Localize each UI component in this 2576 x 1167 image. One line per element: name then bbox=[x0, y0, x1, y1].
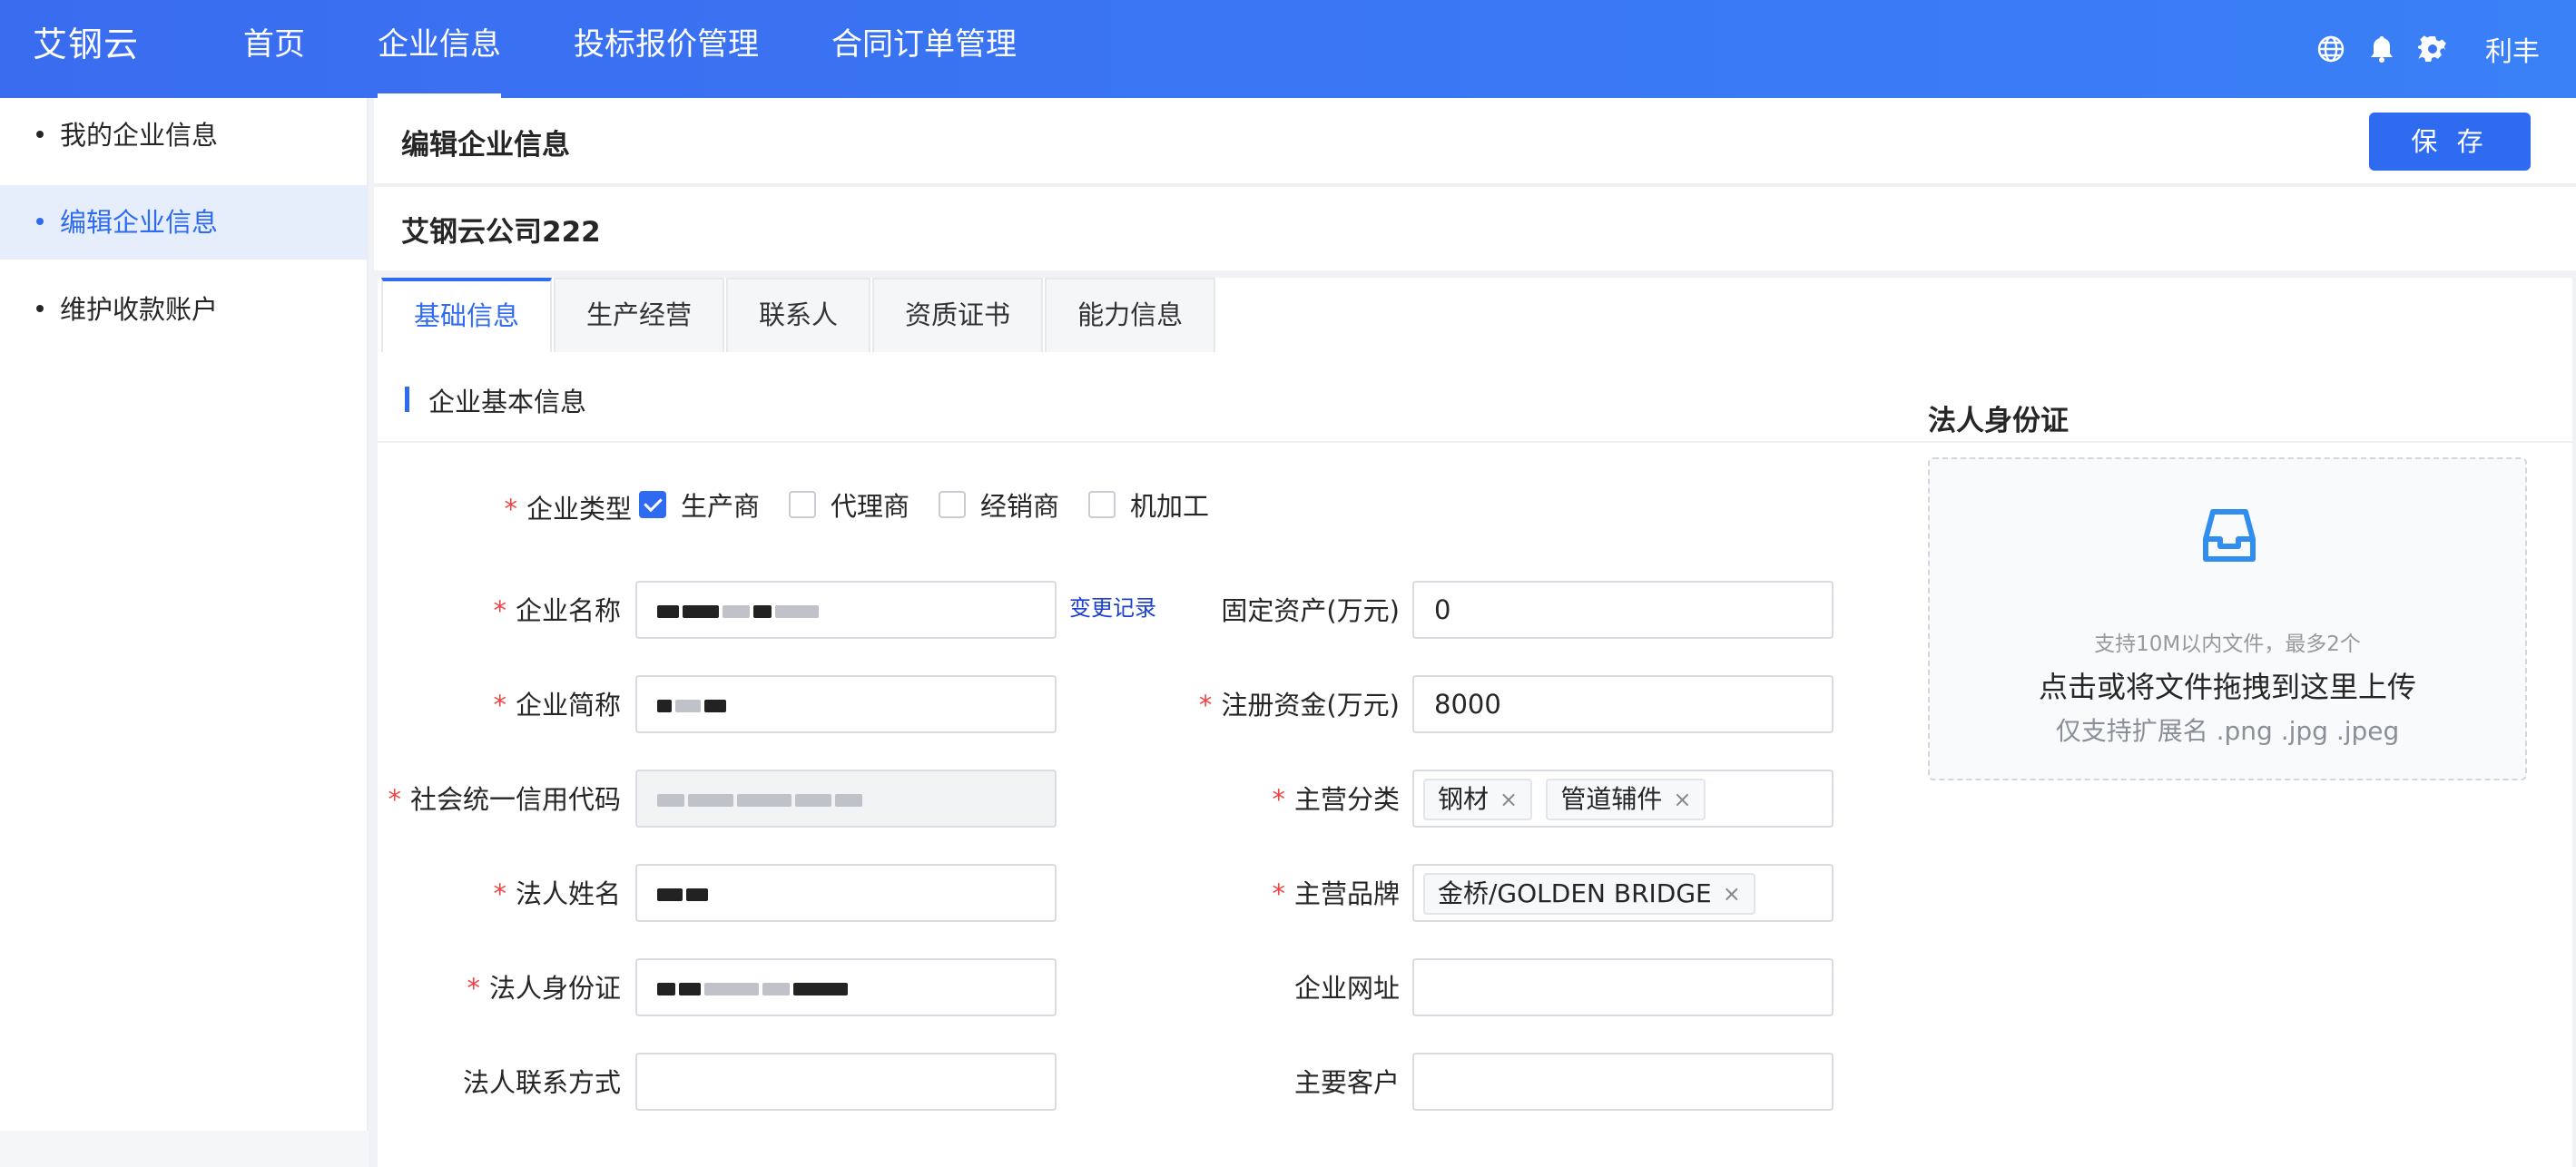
main-nav: 首页 企业信息 投标报价管理 合同订单管理 bbox=[243, 0, 1089, 98]
company-name-title: 艾钢云公司222 bbox=[401, 216, 601, 249]
bell-icon[interactable] bbox=[2365, 33, 2398, 65]
main-category-select[interactable]: 钢材 × 管道辅件 × bbox=[1412, 770, 1834, 828]
checkbox-label: 生产商 bbox=[681, 491, 761, 522]
close-icon[interactable]: × bbox=[1499, 780, 1518, 819]
nav-bid-quote[interactable]: 投标报价管理 bbox=[574, 0, 759, 98]
page-title: 编辑企业信息 bbox=[401, 129, 570, 162]
short-name-input[interactable] bbox=[635, 675, 1057, 733]
page-header: 编辑企业信息 保 存 bbox=[374, 98, 2576, 185]
checkbox-checked-icon[interactable] bbox=[639, 491, 666, 518]
checkbox-icon[interactable] bbox=[789, 491, 817, 518]
checkbox-distributor[interactable]: 经销商 bbox=[939, 485, 1059, 524]
company-name-label: * 企业名称 bbox=[493, 595, 621, 626]
website-input[interactable] bbox=[1412, 958, 1834, 1016]
bullet-icon bbox=[36, 305, 44, 312]
tab-contacts[interactable]: 联系人 bbox=[726, 278, 871, 352]
checkbox-agent[interactable]: 代理商 bbox=[789, 485, 909, 524]
legal-id-label: * 法人身份证 bbox=[467, 973, 621, 1004]
upload-main-text: 点击或将文件拖拽到这里上传 bbox=[2038, 670, 2416, 704]
bullet-icon bbox=[36, 131, 44, 138]
nav-contract-order[interactable]: 合同订单管理 bbox=[831, 0, 1017, 98]
close-icon[interactable]: × bbox=[1673, 780, 1691, 819]
brand-tag: 金桥/GOLDEN BRIDGE × bbox=[1423, 873, 1755, 915]
main-customers-input[interactable] bbox=[1412, 1053, 1834, 1111]
current-user[interactable]: 利丰 bbox=[2485, 29, 2540, 69]
credit-code-label: * 社会统一信用代码 bbox=[388, 784, 621, 815]
registered-capital-input[interactable]: 8000 bbox=[1412, 675, 1834, 733]
fixed-assets-label: 固定资产(万元) bbox=[1221, 595, 1400, 626]
credit-code-input bbox=[635, 770, 1057, 828]
category-tag: 钢材 × bbox=[1423, 779, 1533, 820]
sidebar-item-label: 维护收款账户 bbox=[60, 294, 219, 325]
close-icon[interactable]: × bbox=[1723, 875, 1741, 913]
save-button[interactable]: 保 存 bbox=[2369, 113, 2531, 171]
short-name-label: * 企业简称 bbox=[493, 690, 621, 721]
company-type-label: * 企业类型 bbox=[504, 494, 632, 525]
top-navbar: 艾钢云 首页 企业信息 投标报价管理 合同订单管理 利丰 bbox=[0, 0, 2576, 98]
top-icons: 利丰 bbox=[2296, 0, 2540, 98]
sidebar-item-label: 编辑企业信息 bbox=[60, 207, 219, 238]
legal-contact-label: 法人联系方式 bbox=[462, 1067, 621, 1098]
tab-certificates[interactable]: 资质证书 bbox=[872, 278, 1044, 352]
tab-capability[interactable]: 能力信息 bbox=[1045, 278, 1216, 352]
company-header: 艾钢云公司222 bbox=[374, 187, 2576, 270]
tab-production[interactable]: 生产经营 bbox=[554, 278, 725, 352]
company-type-group: 生产商 代理商 经销商 机加工 bbox=[639, 485, 1238, 524]
main-customers-label: 主要客户 bbox=[1293, 1067, 1400, 1098]
checkbox-icon[interactable] bbox=[939, 491, 967, 518]
checkbox-label: 代理商 bbox=[831, 491, 910, 522]
website-label: 企业网址 bbox=[1293, 973, 1400, 1004]
masked-value bbox=[657, 583, 822, 637]
sidebar-item-my-company[interactable]: 我的企业信息 bbox=[0, 98, 367, 172]
checkbox-label: 机加工 bbox=[1130, 491, 1210, 522]
divider bbox=[378, 441, 2572, 443]
sidebar-footer bbox=[0, 1131, 369, 1167]
legal-name-label: * 法人姓名 bbox=[493, 878, 621, 909]
tag-label: 管道辅件 bbox=[1560, 784, 1663, 814]
company-name-input[interactable] bbox=[635, 581, 1057, 639]
checkbox-manufacturer[interactable]: 生产商 bbox=[639, 485, 760, 524]
fixed-assets-input[interactable]: 0 bbox=[1412, 581, 1834, 639]
registered-capital-label: * 注册资金(万元) bbox=[1198, 690, 1400, 721]
masked-value bbox=[657, 771, 866, 826]
main-content: 编辑企业信息 保 存 艾钢云公司222 基础信息 生产经营 联系人 资质证书 能… bbox=[374, 98, 2576, 1167]
masked-value bbox=[657, 677, 730, 731]
main-category-label: * 主营分类 bbox=[1272, 784, 1400, 815]
id-card-upload-dropzone[interactable]: 支持10M以内文件，最多2个 点击或将文件拖拽到这里上传 仅支持扩展名 .png… bbox=[1928, 457, 2527, 780]
checkbox-machining[interactable]: 机加工 bbox=[1088, 485, 1209, 524]
brand-logo[interactable]: 艾钢云 bbox=[33, 16, 139, 66]
upload-hint: 支持10M以内文件，最多2个 bbox=[2094, 633, 2361, 656]
legal-contact-input[interactable] bbox=[635, 1053, 1057, 1111]
category-tag: 管道辅件 × bbox=[1546, 779, 1706, 820]
upload-title: 法人身份证 bbox=[1928, 405, 2069, 437]
bullet-icon bbox=[36, 218, 44, 225]
upload-ext-hint: 仅支持扩展名 .png .jpg .jpeg bbox=[2055, 716, 2400, 746]
tag-label: 金桥/GOLDEN BRIDGE bbox=[1438, 878, 1712, 908]
nav-home[interactable]: 首页 bbox=[243, 0, 305, 98]
nav-company-info[interactable]: 企业信息 bbox=[378, 0, 501, 98]
masked-value bbox=[657, 960, 851, 1015]
masked-value bbox=[657, 866, 712, 920]
legal-id-input[interactable] bbox=[635, 958, 1057, 1016]
main-brand-select[interactable]: 金桥/GOLDEN BRIDGE × bbox=[1412, 864, 1834, 922]
inbox-icon bbox=[2193, 499, 2266, 572]
globe-icon[interactable] bbox=[2315, 33, 2347, 65]
tab-bar: 基础信息 生产经营 联系人 资质证书 能力信息 bbox=[381, 278, 1217, 352]
sidebar-item-label: 我的企业信息 bbox=[60, 120, 219, 151]
checkbox-icon[interactable] bbox=[1088, 491, 1116, 518]
checkbox-label: 经销商 bbox=[980, 491, 1060, 522]
sidebar-item-payment-account[interactable]: 维护收款账户 bbox=[0, 272, 367, 347]
section-title: 企业基本信息 bbox=[405, 381, 586, 419]
legal-name-input[interactable] bbox=[635, 864, 1057, 922]
tab-basic-info[interactable]: 基础信息 bbox=[381, 278, 553, 352]
tag-label: 钢材 bbox=[1438, 784, 1490, 814]
sidebar: 我的企业信息 编辑企业信息 维护收款账户 bbox=[0, 98, 369, 1167]
main-brand-label: * 主营品牌 bbox=[1272, 878, 1400, 909]
gear-icon[interactable] bbox=[2416, 33, 2449, 65]
sidebar-item-edit-company[interactable]: 编辑企业信息 bbox=[0, 185, 367, 260]
